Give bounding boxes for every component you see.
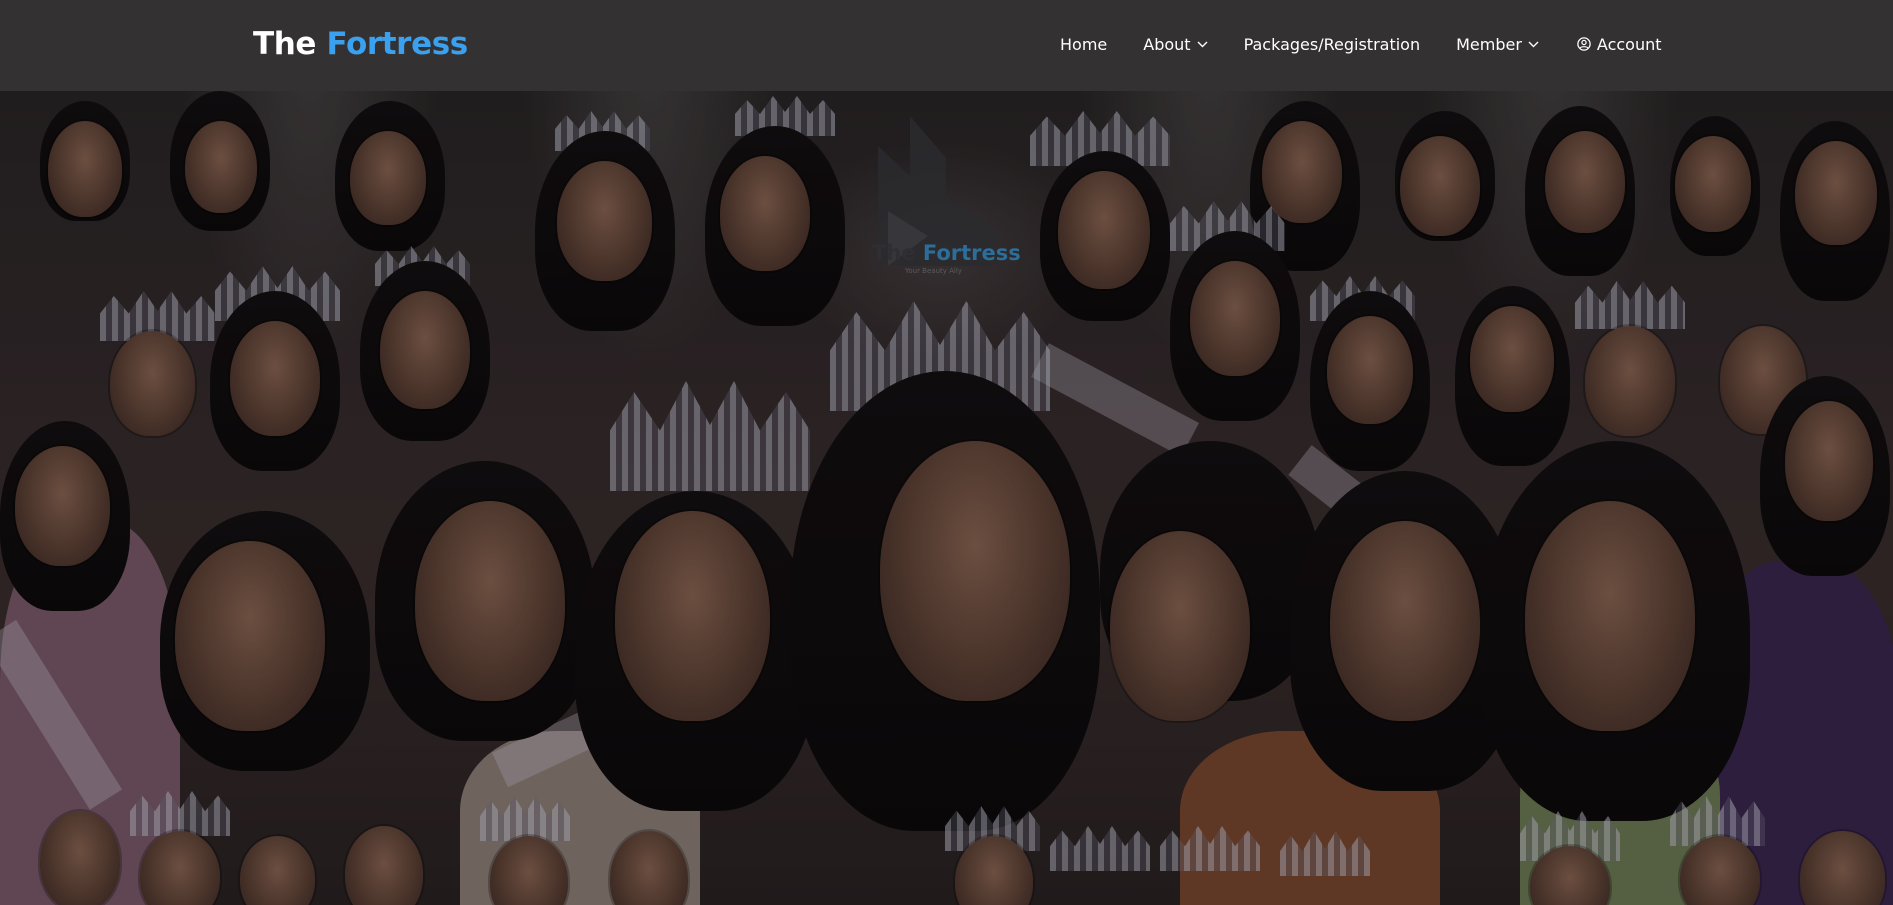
nav-member-label: Member <box>1456 34 1522 54</box>
top-navbar: The Fortress Home About Packages/Registr… <box>0 0 1893 91</box>
user-circle-icon <box>1577 37 1591 51</box>
nav-about-label: About <box>1143 34 1191 54</box>
chevron-down-icon <box>1197 41 1208 48</box>
nav-about[interactable]: About <box>1143 34 1208 54</box>
hero-collage: The Fortress Your Beauty Ally <box>0 91 1893 905</box>
brand-prefix: The <box>253 26 317 62</box>
hero-logo-tagline: Your Beauty Ally <box>905 267 962 275</box>
brand-accent: Fortress <box>326 26 468 62</box>
nav-home[interactable]: Home <box>1060 35 1107 54</box>
nav-account-label: Account <box>1596 34 1662 54</box>
main-nav: Home About Packages/Registration Member <box>1060 33 1662 55</box>
hero-logo-wordmark: The Fortress <box>872 241 1021 265</box>
hero-logo-prefix: The <box>872 241 916 265</box>
nav-home-label: Home <box>1060 34 1108 54</box>
nav-account[interactable]: Account <box>1577 35 1662 54</box>
nav-member[interactable]: Member <box>1456 35 1539 54</box>
nav-packages-label: Packages/Registration <box>1243 34 1421 54</box>
chevron-down-icon <box>1528 41 1539 48</box>
hero-logo-accent: Fortress <box>922 241 1021 265</box>
nav-packages-registration[interactable]: Packages/Registration <box>1244 35 1421 54</box>
brand-logo-link[interactable]: The Fortress <box>253 26 468 62</box>
